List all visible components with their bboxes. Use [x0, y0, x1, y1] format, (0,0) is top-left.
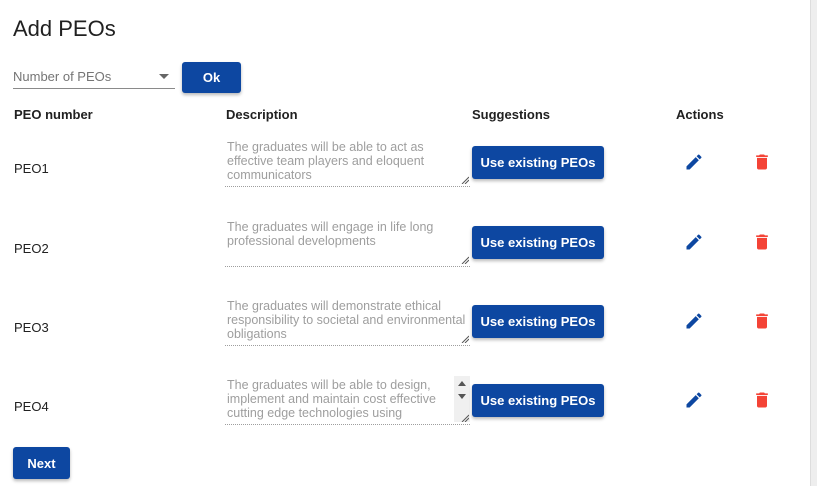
trash-icon[interactable] — [752, 151, 772, 173]
description-textarea[interactable]: The graduates will be able to act as eff… — [225, 138, 470, 187]
peo-number-cell: PEO4 — [14, 399, 49, 414]
description-text: The graduates will be able to design, im… — [227, 378, 436, 420]
next-button[interactable]: Next — [13, 447, 70, 479]
add-peos-page: Add PEOs Number of PEOs Ok PEO number De… — [0, 0, 817, 486]
table-row: PEO1 The graduates will be able to act a… — [0, 138, 810, 202]
page-edge-scrollbar[interactable] — [810, 0, 817, 486]
table-row: PEO2 The graduates will engage in life l… — [0, 218, 810, 282]
peo-number-cell: PEO3 — [14, 320, 49, 335]
use-existing-peos-button[interactable]: Use existing PEOs — [472, 305, 604, 338]
header-actions: Actions — [676, 107, 724, 122]
description-text: The graduates will be able to act as eff… — [227, 140, 425, 182]
number-of-peos-label: Number of PEOs — [13, 69, 112, 84]
header-suggestions: Suggestions — [472, 107, 551, 122]
trash-icon[interactable] — [752, 389, 772, 411]
peo-number-cell: PEO1 — [14, 161, 49, 176]
number-of-peos-select[interactable]: Number of PEOs — [13, 64, 175, 89]
scroll-down-icon[interactable] — [458, 394, 466, 399]
header-description: Description — [226, 107, 298, 122]
chevron-down-icon — [159, 74, 169, 79]
description-textarea[interactable]: The graduates will be able to design, im… — [225, 376, 470, 425]
use-existing-peos-button[interactable]: Use existing PEOs — [472, 384, 604, 417]
pencil-icon[interactable] — [684, 390, 704, 410]
resize-handle-icon[interactable] — [461, 414, 469, 422]
scroll-up-icon[interactable] — [458, 381, 466, 386]
resize-handle-icon[interactable] — [461, 176, 469, 184]
table-row: PEO4 The graduates will be able to desig… — [0, 376, 810, 440]
description-textarea[interactable]: The graduates will demonstrate ethical r… — [225, 297, 470, 346]
page-title: Add PEOs — [13, 16, 116, 41]
table-row: PEO3 The graduates will demonstrate ethi… — [0, 297, 810, 361]
resize-handle-icon[interactable] — [461, 256, 469, 264]
pencil-icon[interactable] — [684, 152, 704, 172]
header-peo-number: PEO number — [14, 107, 93, 122]
pencil-icon[interactable] — [684, 232, 704, 252]
pencil-icon[interactable] — [684, 311, 704, 331]
trash-icon[interactable] — [752, 310, 772, 332]
description-text: The graduates will engage in life long p… — [227, 220, 434, 248]
description-text: The graduates will demonstrate ethical r… — [227, 299, 466, 341]
use-existing-peos-button[interactable]: Use existing PEOs — [472, 226, 604, 259]
use-existing-peos-button[interactable]: Use existing PEOs — [472, 146, 604, 179]
resize-handle-icon[interactable] — [461, 335, 469, 343]
peo-number-cell: PEO2 — [14, 241, 49, 256]
description-textarea[interactable]: The graduates will engage in life long p… — [225, 218, 470, 267]
trash-icon[interactable] — [752, 231, 772, 253]
ok-button[interactable]: Ok — [182, 62, 241, 93]
